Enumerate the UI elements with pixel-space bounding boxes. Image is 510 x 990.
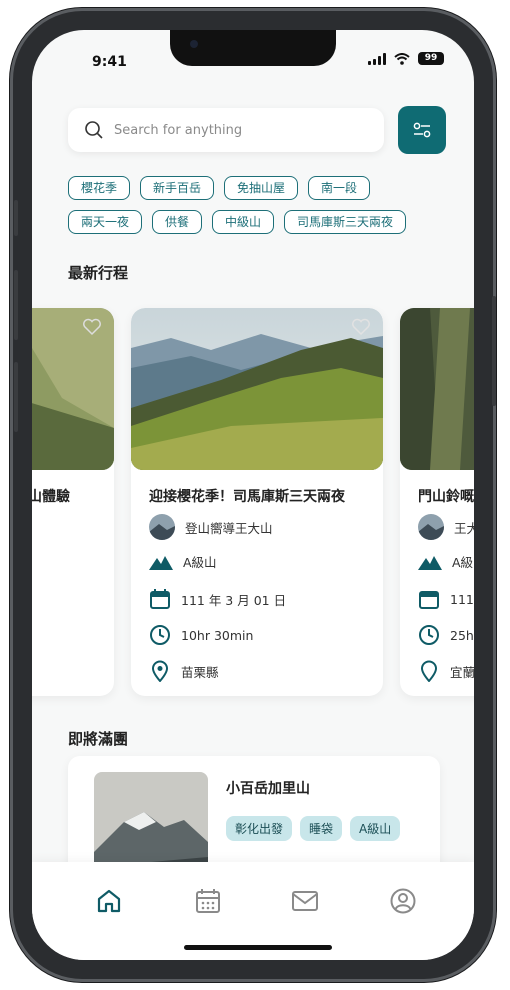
guide-row: 登山嚮導王大山 xyxy=(149,514,273,540)
location-row: 苗栗縣 xyxy=(149,660,219,682)
section-title-upcoming: 即將滿團 xyxy=(68,730,129,748)
duration-row: 10hr 30min xyxy=(149,624,253,646)
front-camera xyxy=(190,40,198,48)
trip-date: 111 年 3 月 01 日 xyxy=(181,592,287,608)
avatar xyxy=(418,514,444,540)
home-icon xyxy=(97,889,121,913)
trip-duration: 10hr 30min xyxy=(181,627,254,643)
tag-list: 櫻花季 新手百岳 免抽山屋 南一段 兩天一夜 供餐 中級山 司馬庫斯三天兩夜 xyxy=(68,176,448,244)
location-pin-icon xyxy=(420,660,438,682)
trip-card[interactable]: 門山鈴嘅 王大 A級 111 25h 宜蘭 xyxy=(400,308,474,696)
calendar-icon xyxy=(196,889,220,913)
tab-bar xyxy=(32,862,474,960)
tag-chip[interactable]: 櫻花季 xyxy=(68,176,131,200)
sliders-icon xyxy=(413,122,431,138)
guide-name: 王大 xyxy=(454,520,474,536)
power-button xyxy=(492,296,496,406)
upcoming-chip: A級山 xyxy=(350,816,401,841)
search-bar[interactable] xyxy=(68,108,384,152)
volume-up-button xyxy=(14,270,18,340)
volume-down-button xyxy=(14,362,18,432)
trip-title: 門山鈴嘅 xyxy=(418,489,474,505)
guide-row: 王大 xyxy=(418,514,474,540)
cellular-signal-icon xyxy=(368,52,386,65)
upcoming-chip-list: 彰化出發 睡袋 A級山 xyxy=(226,816,401,841)
location-pin-icon xyxy=(151,660,169,682)
wifi-icon xyxy=(394,52,410,65)
upcoming-chip: 睡袋 xyxy=(300,816,343,841)
tag-chip[interactable]: 司馬庫斯三天兩夜 xyxy=(284,210,407,234)
trip-photo xyxy=(400,308,474,470)
section-title-latest: 最新行程 xyxy=(68,264,129,282)
search-icon xyxy=(85,121,103,139)
upcoming-chip: 彰化出發 xyxy=(226,816,293,841)
trip-level: A級山 xyxy=(183,555,217,570)
trip-duration: 25h xyxy=(450,627,474,643)
screen: 9:41 99 櫻花季 新手百岳 免抽山屋 南一段 xyxy=(32,30,474,960)
guide-name: 登山嚮導王大山 xyxy=(185,520,273,536)
trip-location: 苗栗縣 xyxy=(181,664,219,680)
mail-icon xyxy=(292,891,318,911)
date-row: 111 年 3 月 01 日 xyxy=(149,588,286,610)
tab-calendar[interactable] xyxy=(193,886,223,916)
level-row: A級 xyxy=(418,552,473,571)
trip-card[interactable]: 山體驗 xyxy=(32,308,114,696)
clock-icon xyxy=(419,625,439,645)
mountain-icon xyxy=(418,555,442,570)
date-row: 111 xyxy=(418,588,474,610)
status-icons: 99 xyxy=(368,52,444,65)
tag-chip[interactable]: 中級山 xyxy=(212,210,275,234)
silent-switch xyxy=(14,200,18,236)
tag-chip[interactable]: 供餐 xyxy=(152,210,203,234)
trip-title: 山體驗 xyxy=(32,489,70,505)
tag-chip[interactable]: 南一段 xyxy=(308,176,371,200)
filter-button[interactable] xyxy=(398,106,446,154)
user-icon xyxy=(390,888,416,914)
calendar-icon xyxy=(150,589,170,609)
clock-icon xyxy=(150,625,170,645)
heart-icon[interactable] xyxy=(82,318,102,336)
tag-chip[interactable]: 免抽山屋 xyxy=(224,176,299,200)
tag-chip[interactable]: 新手百岳 xyxy=(140,176,215,200)
duration-row: 25h xyxy=(418,624,474,646)
home-indicator xyxy=(184,945,332,950)
avatar xyxy=(149,514,175,540)
tab-profile[interactable] xyxy=(388,886,418,916)
trip-card[interactable]: 迎接櫻花季！司馬庫斯三天兩夜 登山嚮導王大山 A級山 111 年 3 月 01 … xyxy=(131,308,383,696)
trip-date: 111 xyxy=(450,591,474,607)
mountain-icon xyxy=(149,555,173,570)
heart-icon[interactable] xyxy=(351,318,371,336)
upcoming-trip-title: 小百岳加里山 xyxy=(226,781,310,797)
tab-mail[interactable] xyxy=(290,886,320,916)
tag-chip[interactable]: 兩天一夜 xyxy=(68,210,143,234)
trip-level: A級 xyxy=(452,555,474,570)
battery-indicator: 99 xyxy=(418,52,444,65)
calendar-icon xyxy=(419,591,439,609)
level-row: A級山 xyxy=(149,552,217,571)
notch xyxy=(170,30,336,66)
trip-photo xyxy=(131,308,383,470)
trip-title: 迎接櫻花季！司馬庫斯三天兩夜 xyxy=(149,489,345,505)
trip-location: 宜蘭 xyxy=(450,664,474,680)
status-time: 9:41 xyxy=(92,54,127,70)
search-input[interactable] xyxy=(112,121,366,139)
location-row: 宜蘭 xyxy=(418,660,474,682)
tab-home[interactable] xyxy=(94,886,124,916)
